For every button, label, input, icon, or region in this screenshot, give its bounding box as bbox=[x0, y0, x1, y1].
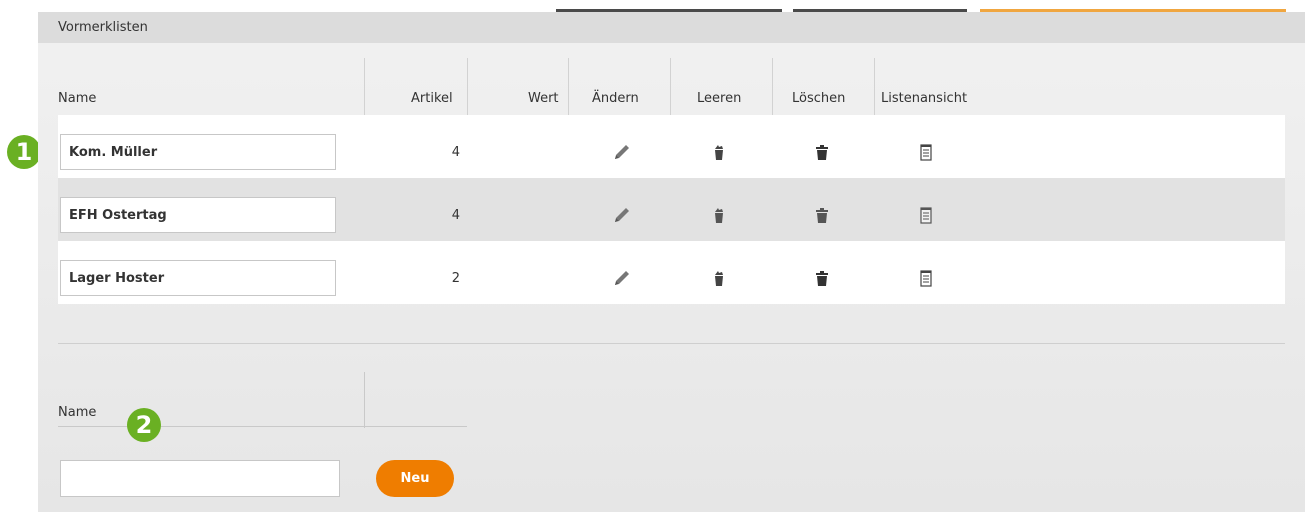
clear-list-icon[interactable] bbox=[708, 267, 730, 289]
notepad-icon[interactable] bbox=[915, 141, 937, 163]
column-header-loeschen: Löschen bbox=[792, 91, 846, 106]
new-list-button[interactable]: Neu bbox=[376, 460, 454, 497]
table-row: 2 bbox=[58, 241, 1285, 304]
notepad-icon[interactable] bbox=[915, 204, 937, 226]
artikel-count: 4 bbox=[451, 145, 460, 160]
new-list-name-label: Name bbox=[58, 405, 97, 420]
callout-badge-2: 2 bbox=[127, 408, 161, 442]
column-header-wert: Wert bbox=[528, 91, 559, 106]
new-list-name-input[interactable] bbox=[60, 460, 340, 497]
callout-badge-1: 1 bbox=[7, 135, 41, 169]
table-row: 4 bbox=[58, 178, 1285, 241]
pencil-icon[interactable] bbox=[611, 204, 633, 226]
column-header-leeren: Leeren bbox=[697, 91, 742, 106]
clear-list-icon[interactable] bbox=[708, 204, 730, 226]
panel-header: Vormerklisten bbox=[38, 12, 1305, 43]
vormerklisten-panel: Vormerklisten Name Artikel Wert Ändern L… bbox=[38, 12, 1305, 512]
column-header-listenansicht: Listenansicht bbox=[881, 91, 968, 106]
column-header-aendern: Ändern bbox=[592, 91, 639, 106]
trash-icon[interactable] bbox=[811, 141, 833, 163]
section-divider bbox=[58, 343, 1285, 344]
trash-icon[interactable] bbox=[811, 204, 833, 226]
notepad-icon[interactable] bbox=[915, 267, 937, 289]
list-name-input[interactable] bbox=[60, 197, 336, 233]
artikel-count: 2 bbox=[451, 271, 460, 286]
pencil-icon[interactable] bbox=[611, 141, 633, 163]
trash-icon[interactable] bbox=[811, 267, 833, 289]
clear-list-icon[interactable] bbox=[708, 141, 730, 163]
list-name-input[interactable] bbox=[60, 260, 336, 296]
column-separator bbox=[364, 372, 365, 428]
header-underline bbox=[58, 426, 467, 427]
panel-title: Vormerklisten bbox=[58, 20, 148, 35]
column-header-name: Name bbox=[58, 91, 97, 106]
top-strip bbox=[0, 0, 1305, 12]
table-row: 4 bbox=[58, 115, 1285, 178]
column-header-artikel: Artikel bbox=[411, 91, 453, 106]
artikel-count: 4 bbox=[451, 208, 460, 223]
pencil-icon[interactable] bbox=[611, 267, 633, 289]
list-name-input[interactable] bbox=[60, 134, 336, 170]
